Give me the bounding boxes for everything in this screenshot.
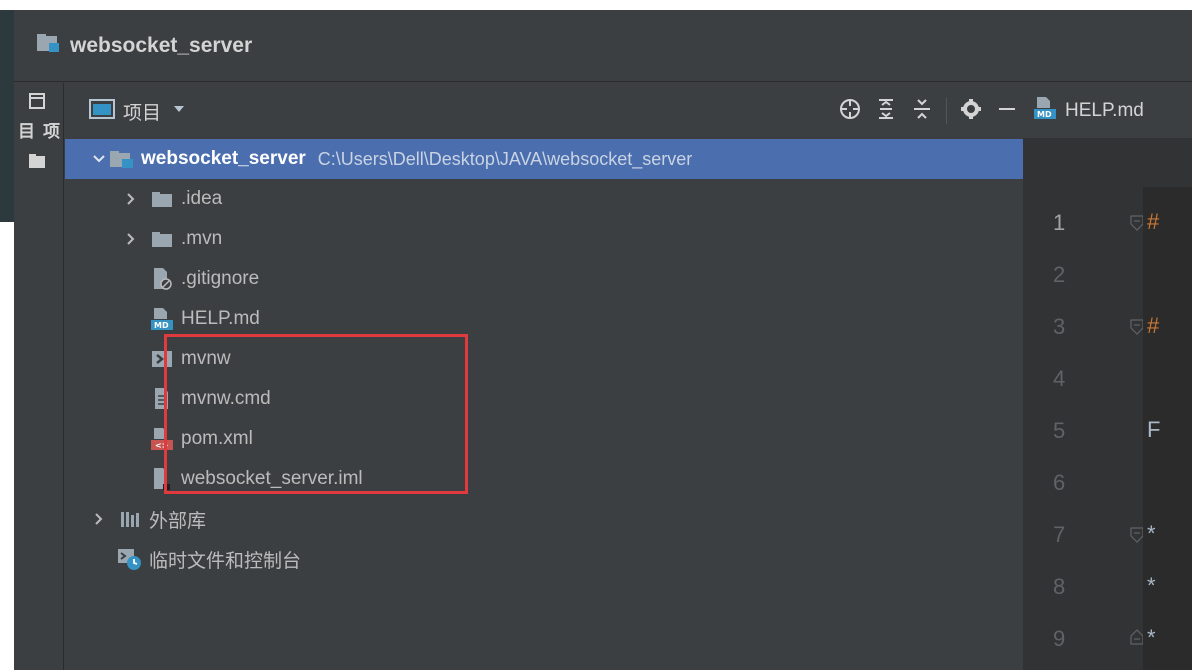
tree-root-row[interactable]: websocket_server C:\Users\Dell\Desktop\J…: [65, 139, 1023, 179]
line-number: 3: [1053, 314, 1066, 339]
tree-item-scratches[interactable]: 临时文件和控制台: [65, 539, 1023, 579]
hide-panel-icon[interactable]: [995, 97, 1019, 126]
title-bar: websocket_server: [14, 10, 1192, 82]
markdown-file-icon: MD: [149, 306, 175, 332]
svg-text:MD: MD: [154, 321, 169, 330]
tool-window-strip: 项目: [14, 83, 64, 670]
code-char: *: [1147, 625, 1156, 650]
tree-item[interactable]: MD HELP.md: [65, 299, 1023, 339]
root-name: websocket_server: [141, 148, 306, 169]
tree-item[interactable]: .mvn: [65, 219, 1023, 259]
folder-icon: [149, 186, 175, 212]
project-view-icon: [89, 98, 115, 125]
line-number: 8: [1053, 574, 1066, 599]
project-panel-header: 项目: [65, 83, 1023, 139]
locate-file-icon[interactable]: [838, 97, 862, 126]
chevron-right-icon[interactable]: [121, 192, 141, 206]
tree-item-label: .mvn: [181, 228, 223, 249]
chevron-right-icon[interactable]: [121, 232, 141, 246]
view-selector-label: 项目: [123, 102, 162, 124]
dropdown-arrow-icon: [169, 102, 189, 120]
code-char: *: [1147, 521, 1156, 546]
editor-subbar: [1023, 139, 1192, 187]
tree-item-label: 临时文件和控制台: [149, 550, 302, 572]
tree-item-label: 外部库: [149, 510, 207, 532]
expand-all-icon[interactable]: [874, 97, 898, 126]
markdown-file-icon: MD: [1033, 96, 1057, 125]
highlight-box: [164, 334, 468, 494]
background-dark-area: [0, 10, 14, 222]
line-number-gutter: 1 2 3 4 5 6 7 8 9: [1023, 187, 1144, 670]
tree-item-label: .gitignore: [181, 268, 260, 289]
folder-icon: [29, 154, 45, 173]
gear-icon[interactable]: [959, 97, 983, 126]
view-selector[interactable]: 项目: [89, 95, 189, 127]
line-number: 1: [1053, 210, 1066, 235]
line-number: 2: [1053, 262, 1066, 287]
code-char: #: [1147, 209, 1160, 234]
library-icon: [117, 506, 143, 532]
ide-window: websocket_server 项目 项目 websocket_server …: [14, 10, 1192, 670]
folder-icon: [149, 226, 175, 252]
project-panel: 项目 websocket_server C:\Users\Dell\Deskto…: [65, 83, 1023, 670]
scratches-icon: [117, 546, 143, 572]
background-left-strip: [0, 0, 14, 670]
ignore-file-icon: [149, 266, 175, 292]
editor-tab-bar: MD HELP.md: [1023, 83, 1192, 139]
chevron-down-icon[interactable]: [89, 154, 109, 164]
line-number: 5: [1053, 418, 1066, 443]
editor-area: MD HELP.md 1 2 3 4 5 6 7 8 9 # # F * * *: [1023, 83, 1192, 670]
line-number: 7: [1053, 522, 1066, 547]
tree-item[interactable]: .gitignore: [65, 259, 1023, 299]
editor-tab-help-md[interactable]: HELP.md: [1065, 100, 1144, 122]
line-number: 9: [1053, 626, 1066, 651]
code-char: *: [1147, 573, 1156, 598]
project-view-icon: [29, 93, 45, 114]
project-tool-label: 项目: [15, 122, 59, 139]
code-area[interactable]: # # F * * *: [1143, 187, 1192, 670]
root-path: C:\Users\Dell\Desktop\JAVA\websocket_ser…: [317, 148, 693, 169]
project-folder-icon: [36, 33, 60, 58]
line-number: 6: [1053, 470, 1066, 495]
project-tool-button[interactable]: 项目: [15, 93, 59, 173]
tree-item[interactable]: .idea: [65, 179, 1023, 219]
window-title: websocket_server: [70, 33, 253, 57]
code-char: #: [1147, 313, 1160, 338]
tree-item-label: HELP.md: [181, 308, 260, 329]
tree-item-label: .idea: [181, 188, 223, 209]
code-char: F: [1147, 417, 1161, 442]
tree-item-external-libraries[interactable]: 外部库: [65, 499, 1023, 539]
line-number: 4: [1053, 366, 1066, 391]
collapse-all-icon[interactable]: [910, 97, 934, 126]
chevron-right-icon[interactable]: [89, 512, 109, 526]
module-folder-icon: [109, 146, 135, 172]
panel-toolbar: [838, 93, 1019, 129]
toolbar-separator: [946, 98, 947, 124]
svg-text:MD: MD: [1037, 110, 1052, 119]
